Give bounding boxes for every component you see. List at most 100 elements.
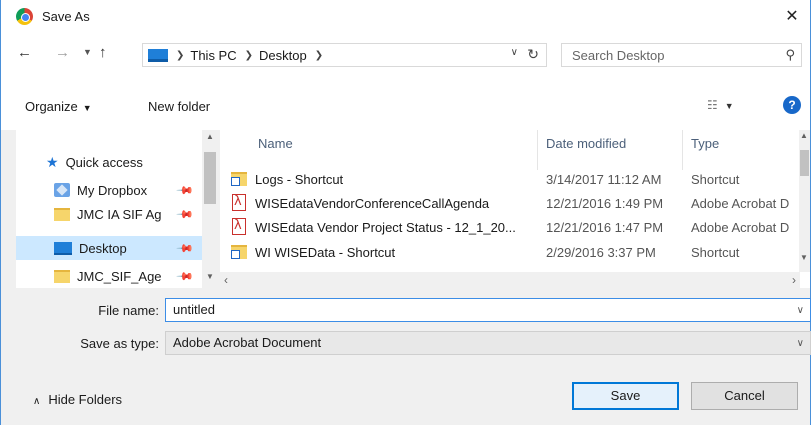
sidebar-item-label: Desktop [79,240,127,256]
table-row[interactable]: WISEdata Vendor Project Status - 12_1_20… [220,216,800,240]
pin-icon[interactable]: 📌 [176,239,195,257]
file-name: Logs - Shortcut [255,172,344,187]
search-placeholder: Search Desktop [572,48,665,63]
this-pc-icon [148,48,168,62]
desktop-icon [54,241,72,255]
pin-icon[interactable]: 📌 [176,181,195,199]
file-date: 2/29/2016 3:37 PM [546,245,656,260]
file-type: Adobe Acrobat D [691,196,790,211]
navigation-pane-scrollbar[interactable]: ▲ ▼ [202,130,218,288]
savetype-select[interactable]: Adobe Acrobat Document ∨ [165,331,811,355]
view-options-button[interactable]: ☷ ▼ [707,98,734,112]
table-row[interactable]: WI WISEData - Shortcut 2/29/2016 3:37 PM… [220,241,800,265]
pin-icon[interactable]: 📌 [176,267,195,285]
hide-folders-button[interactable]: ∧ Hide Folders [33,392,122,407]
column-divider[interactable] [682,130,683,170]
chrome-app-icon [16,7,33,25]
scroll-up-icon[interactable]: ▲ [800,131,808,140]
save-as-dialog: Save As ✕ ← → ▼ ↑ ❯ This PC ❯ Desktop ❯ … [0,0,811,425]
window-title: Save As [42,8,90,24]
chevron-right-icon[interactable]: ❯ [176,50,184,61]
save-button[interactable]: Save [572,382,679,410]
navigation-pane[interactable]: ★ Quick access My Dropbox 📌 JMC IA SIF A… [16,130,218,288]
file-list[interactable]: Name ⌄ Date modified Type Logs - Shortcu… [220,130,810,288]
filename-label: File name: [98,303,159,318]
shortcut-icon [231,172,247,186]
table-row[interactable]: WISEdataVendorConferenceCallAgenda 12/21… [220,192,800,216]
savetype-value: Adobe Acrobat Document [173,335,322,350]
organize-button[interactable]: Organize ▼ [25,99,92,114]
scrollbar-thumb[interactable] [800,150,809,176]
new-folder-button[interactable]: New folder [148,99,210,114]
organize-label: Organize [25,99,78,114]
file-date: 12/21/2016 1:47 PM [546,220,664,235]
scrollbar-thumb[interactable] [204,152,216,204]
cancel-button[interactable]: Cancel [691,382,798,410]
filename-field[interactable]: untitled ∨ [165,298,811,322]
forward-arrow-icon[interactable]: → [55,44,70,61]
scroll-up-icon[interactable]: ▲ [206,132,214,141]
file-name: WI WISEData - Shortcut [255,245,396,260]
sidebar-item-label: My Dropbox [77,182,148,198]
sidebar-item-quick-access[interactable]: ★ Quick access [16,150,202,174]
navigation-bar: ← → ▼ ↑ ❯ This PC ❯ Desktop ❯ ∨ ↻ Search… [1,32,810,80]
hide-folders-label: Hide Folders [48,392,123,407]
chevron-right-icon[interactable]: ❯ [315,50,323,61]
file-type: Shortcut [691,245,740,260]
column-header-date-modified[interactable]: Date modified [546,130,626,158]
title-bar: Save As ✕ [1,0,810,32]
sidebar-item-label: Quick access [65,154,143,170]
chevron-down-icon[interactable]: ∨ [797,338,804,349]
sidebar-item-jmc-sif-age[interactable]: JMC_SIF_Age 📌 [16,264,202,288]
scroll-right-icon[interactable]: › [792,273,796,287]
file-list-horizontal-scrollbar[interactable]: ‹ › [220,272,800,288]
sidebar-item-label: JMC_SIF_Age [77,268,162,284]
file-date: 3/14/2017 11:12 AM [546,172,662,187]
file-date: 12/21/2016 1:49 PM [546,196,664,211]
column-header-name[interactable]: Name [258,130,293,158]
caret-down-icon: ▼ [82,103,92,113]
table-row[interactable]: Logs - Shortcut 3/14/2017 11:12 AM Short… [220,168,800,192]
file-type: Shortcut [691,172,740,187]
star-icon: ★ [46,153,59,170]
caret-down-icon: ▼ [724,101,734,111]
dropbox-icon [54,183,70,197]
file-name: WISEdataVendorConferenceCallAgenda [255,196,490,211]
scroll-down-icon[interactable]: ▼ [800,253,808,262]
breadcrumb-this-pc[interactable]: This PC [190,48,236,63]
sidebar-item-jmc-ia-sif[interactable]: JMC IA SIF Ag 📌 [16,202,202,226]
file-list-vertical-scrollbar[interactable]: ▲ ▼ [799,130,810,272]
filename-value[interactable]: untitled [173,302,215,317]
folder-icon [54,207,70,221]
breadcrumb-desktop[interactable]: Desktop [259,48,307,63]
close-icon[interactable]: ✕ [782,6,802,26]
search-input[interactable]: Search Desktop ⚲ [561,43,802,67]
column-header-type[interactable]: Type [691,130,719,158]
pdf-icon [232,194,246,211]
command-toolbar: Organize ▼ New folder ☷ ▼ ? [1,80,810,130]
search-icon[interactable]: ⚲ [785,47,795,63]
shortcut-icon [231,245,247,259]
folder-icon [54,269,70,283]
sidebar-item-desktop[interactable]: Desktop 📌 [16,236,202,260]
chevron-up-icon: ∧ [33,396,41,407]
sidebar-item-my-dropbox[interactable]: My Dropbox 📌 [16,178,202,202]
scroll-left-icon[interactable]: ‹ [224,273,228,287]
chevron-right-icon[interactable]: ❯ [245,50,253,61]
refresh-icon[interactable]: ↻ [527,46,539,63]
column-divider[interactable] [537,130,538,170]
view-details-icon: ☷ [707,98,718,112]
back-arrow-icon[interactable]: ← [17,44,32,61]
file-name: WISEdata Vendor Project Status - 12_1_20… [255,220,516,235]
sidebar-item-label: JMC IA SIF Ag [77,206,162,222]
recent-locations-chevron-icon[interactable]: ▼ [83,47,92,57]
up-arrow-icon[interactable]: ↑ [99,44,107,61]
address-bar[interactable]: ❯ This PC ❯ Desktop ❯ ∨ ↻ [142,43,547,67]
help-icon[interactable]: ? [783,96,801,114]
chevron-down-icon[interactable]: ∨ [797,305,804,316]
savetype-label: Save as type: [80,336,159,351]
address-dropdown-icon[interactable]: ∨ [511,47,518,58]
pin-icon[interactable]: 📌 [176,205,195,223]
scroll-down-icon[interactable]: ▼ [206,272,214,281]
pdf-icon [232,218,246,235]
